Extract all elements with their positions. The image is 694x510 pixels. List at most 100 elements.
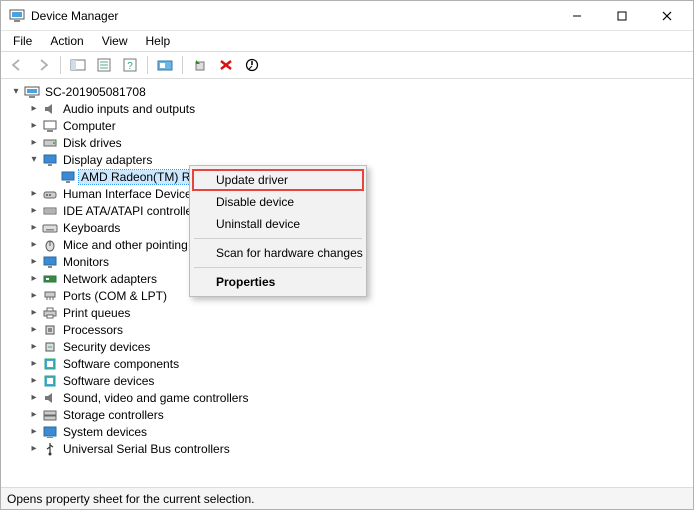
tree-item-computer[interactable]: ▸Computer xyxy=(27,117,693,134)
chevron-right-icon[interactable]: ▸ xyxy=(27,205,41,216)
tree-item-label: Processors xyxy=(61,323,125,337)
context-menu-properties[interactable]: Properties xyxy=(192,271,364,293)
close-button[interactable] xyxy=(644,2,689,30)
back-button[interactable] xyxy=(5,54,29,76)
computer-icon xyxy=(42,118,58,134)
audio-icon xyxy=(42,101,58,117)
tree-item-storage[interactable]: ▸Storage controllers xyxy=(27,406,693,423)
chevron-right-icon[interactable]: ▸ xyxy=(27,307,41,318)
tree-item-security[interactable]: ▸ Security devices xyxy=(27,338,693,355)
device-tree[interactable]: ▾ SC-201905081708 ▸ Audio inputs and outp… xyxy=(1,79,693,487)
app-icon xyxy=(9,8,25,24)
chevron-down-icon[interactable]: ▾ xyxy=(27,154,41,165)
tree-item-amd-radeon[interactable]: ▸AMD Radeon(TM) RX Vega 11 Graphics xyxy=(45,168,693,185)
tree-item-label: Security devices xyxy=(61,340,152,354)
tree-item-usb[interactable]: ▸ Universal Serial Bus controllers xyxy=(27,440,693,457)
statusbar-text: Opens property sheet for the current sel… xyxy=(7,492,254,506)
tree-item-label: Print queues xyxy=(61,306,132,320)
menubar: File Action View Help xyxy=(1,31,693,51)
forward-button[interactable] xyxy=(31,54,55,76)
chevron-down-icon[interactable]: ▾ xyxy=(9,86,23,97)
chevron-right-icon[interactable]: ▸ xyxy=(27,273,41,284)
svg-text:?: ? xyxy=(127,61,133,72)
software-icon xyxy=(42,356,58,372)
chevron-right-icon[interactable]: ▸ xyxy=(27,188,41,199)
tree-item-software-devices[interactable]: ▸ Software devices xyxy=(27,372,693,389)
tree-item-label: Ports (COM & LPT) xyxy=(61,289,169,303)
context-menu-separator xyxy=(194,238,362,239)
chevron-right-icon[interactable]: ▸ xyxy=(27,120,41,131)
context-menu-uninstall-device[interactable]: Uninstall device xyxy=(192,213,364,235)
disk-icon xyxy=(42,135,58,151)
menu-file[interactable]: File xyxy=(5,32,40,50)
chevron-right-icon[interactable]: ▸ xyxy=(27,103,41,114)
tree-item-audio[interactable]: ▸ Audio inputs and outputs xyxy=(27,100,693,117)
help-toolbar-button[interactable]: ? xyxy=(118,54,142,76)
tree-item-label: Monitors xyxy=(61,255,111,269)
tree-item-label: Keyboards xyxy=(61,221,122,235)
tree-item-label: IDE ATA/ATAPI controllers xyxy=(61,204,204,218)
minimize-button[interactable] xyxy=(554,2,599,30)
system-icon xyxy=(42,424,58,440)
chevron-right-icon[interactable]: ▸ xyxy=(27,426,41,437)
chevron-right-icon[interactable]: ▸ xyxy=(27,375,41,386)
properties-toolbar-button[interactable] xyxy=(92,54,116,76)
chevron-right-icon[interactable]: ▸ xyxy=(27,409,41,420)
chevron-right-icon[interactable]: ▸ xyxy=(27,290,41,301)
disable-toolbar-button[interactable] xyxy=(240,54,264,76)
hid-icon xyxy=(42,186,58,202)
scan-hardware-toolbar-button[interactable] xyxy=(153,54,177,76)
menu-view[interactable]: View xyxy=(94,32,136,50)
toolbar: ? xyxy=(1,51,693,79)
uninstall-toolbar-button[interactable] xyxy=(214,54,238,76)
chevron-right-icon[interactable]: ▸ xyxy=(27,137,41,148)
port-icon xyxy=(42,288,58,304)
toolbar-separator xyxy=(147,56,148,74)
show-hide-console-tree-button[interactable] xyxy=(66,54,90,76)
menu-help[interactable]: Help xyxy=(138,32,179,50)
chevron-right-icon[interactable]: ▸ xyxy=(27,358,41,369)
monitor-icon xyxy=(42,254,58,270)
context-menu-scan-hardware[interactable]: Scan for hardware changes xyxy=(192,242,364,264)
storage-icon xyxy=(42,407,58,423)
menu-action[interactable]: Action xyxy=(42,32,91,50)
ide-icon xyxy=(42,203,58,219)
tree-item-label: Audio inputs and outputs xyxy=(61,102,197,116)
display-icon xyxy=(60,169,76,185)
mouse-icon xyxy=(42,237,58,253)
tree-item-sound[interactable]: ▸Sound, video and game controllers xyxy=(27,389,693,406)
tree-item-label: Display adapters xyxy=(61,153,154,167)
titlebar: Device Manager xyxy=(1,1,693,31)
statusbar: Opens property sheet for the current sel… xyxy=(1,487,693,509)
tree-item-label: Disk drives xyxy=(61,136,124,150)
tree-item-label: Universal Serial Bus controllers xyxy=(61,442,232,456)
context-menu-disable-device[interactable]: Disable device xyxy=(192,191,364,213)
tree-item-disk[interactable]: ▸ Disk drives xyxy=(27,134,693,151)
chevron-right-icon[interactable]: ▸ xyxy=(27,256,41,267)
tree-root[interactable]: ▾ SC-201905081708 xyxy=(9,83,693,100)
software-icon xyxy=(42,373,58,389)
chevron-right-icon[interactable]: ▸ xyxy=(27,341,41,352)
tree-item-processors[interactable]: ▸ Processors xyxy=(27,321,693,338)
chevron-right-icon[interactable]: ▸ xyxy=(27,443,41,454)
chevron-right-icon[interactable]: ▸ xyxy=(27,239,41,250)
maximize-button[interactable] xyxy=(599,2,644,30)
update-driver-toolbar-button[interactable] xyxy=(188,54,212,76)
context-menu-update-driver[interactable]: Update driver xyxy=(192,169,364,191)
chevron-right-icon[interactable]: ▸ xyxy=(27,392,41,403)
tree-item-system[interactable]: ▸ System devices xyxy=(27,423,693,440)
audio-icon xyxy=(42,390,58,406)
toolbar-separator xyxy=(182,56,183,74)
usb-icon xyxy=(42,441,58,457)
context-menu: Update driver Disable device Uninstall d… xyxy=(189,165,367,297)
keyboard-icon xyxy=(42,220,58,236)
chevron-right-icon[interactable]: ▸ xyxy=(27,222,41,233)
tree-item-print[interactable]: ▸ Print queues xyxy=(27,304,693,321)
chevron-right-icon[interactable]: ▸ xyxy=(27,324,41,335)
tree-item-software-components[interactable]: ▸Software components xyxy=(27,355,693,372)
tree-root-label: SC-201905081708 xyxy=(43,85,148,99)
display-icon xyxy=(42,152,58,168)
tree-item-label: System devices xyxy=(61,425,149,439)
cpu-icon xyxy=(42,322,58,338)
tree-item-label: Software devices xyxy=(61,374,156,388)
